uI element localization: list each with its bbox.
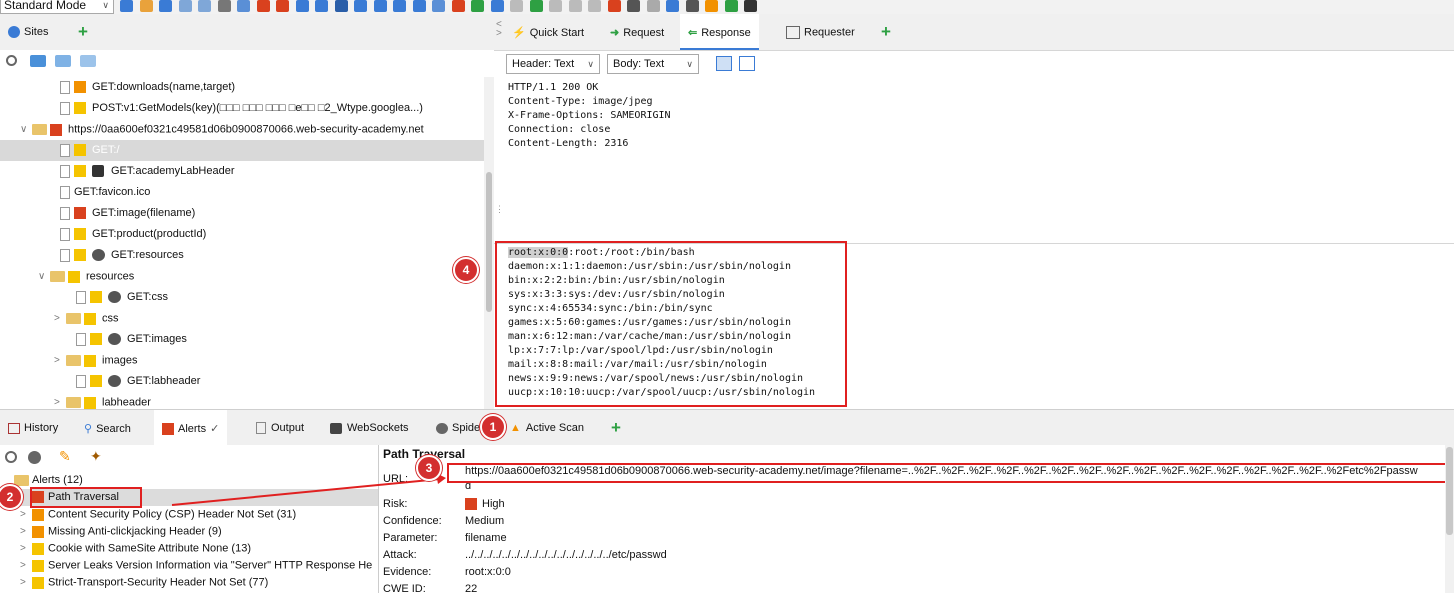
- callout-badge: 3: [416, 455, 442, 481]
- callout-badge: 1: [480, 414, 506, 440]
- connector-line: [171, 478, 441, 506]
- callout-badge: 4: [453, 257, 479, 283]
- annotation-arrows: [171, 473, 446, 506]
